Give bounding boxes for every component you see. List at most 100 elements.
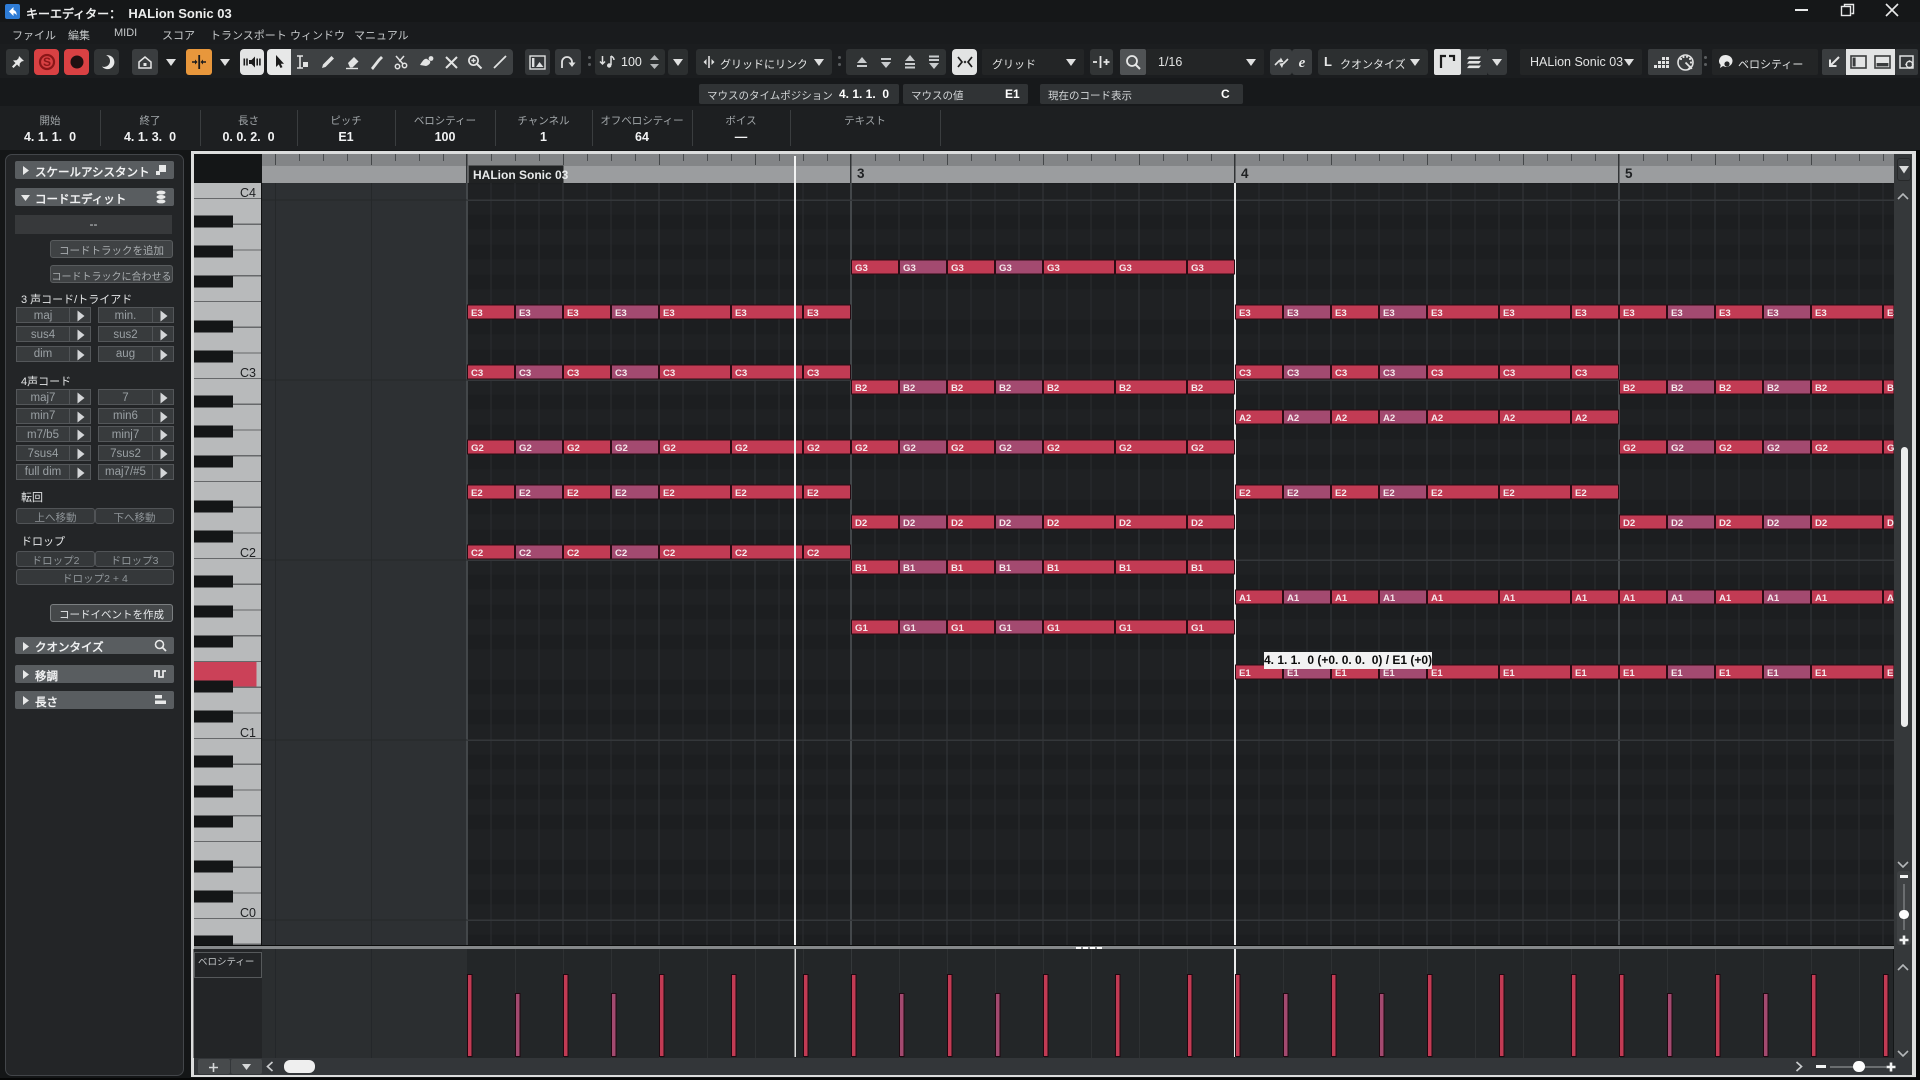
svg-text:B1: B1 <box>951 563 964 574</box>
svg-text:E2: E2 <box>1503 488 1515 499</box>
svg-text:A2: A2 <box>1431 413 1443 424</box>
svg-text:ベロシティー: ベロシティー <box>198 957 254 968</box>
svg-text:A1: A1 <box>1383 593 1396 604</box>
svg-text:E3: E3 <box>807 308 819 319</box>
svg-text:A2: A2 <box>1383 413 1395 424</box>
svg-text:5: 5 <box>1625 166 1633 181</box>
svg-text:A1: A1 <box>1335 593 1348 604</box>
svg-text:C3: C3 <box>1335 368 1347 379</box>
svg-text:D2: D2 <box>1671 518 1683 529</box>
svg-text:E2: E2 <box>519 488 531 499</box>
svg-text:A2: A2 <box>1575 413 1587 424</box>
svg-text:D2: D2 <box>1767 518 1779 529</box>
svg-text:C2: C2 <box>807 548 819 559</box>
svg-text:A1: A1 <box>1671 593 1684 604</box>
svg-text:E2: E2 <box>735 488 747 499</box>
svg-text:E3: E3 <box>663 308 675 319</box>
svg-text:C3: C3 <box>1239 368 1251 379</box>
svg-text:G2: G2 <box>663 443 676 454</box>
svg-text:D2: D2 <box>1191 518 1203 529</box>
svg-text:A1: A1 <box>1719 593 1732 604</box>
svg-text:A1: A1 <box>1767 593 1780 604</box>
svg-text:A1: A1 <box>1503 593 1516 604</box>
svg-text:B2: B2 <box>903 383 915 394</box>
svg-text:C3: C3 <box>1287 368 1299 379</box>
svg-text:G3: G3 <box>951 263 964 274</box>
svg-text:C3: C3 <box>519 368 531 379</box>
svg-text:E2: E2 <box>471 488 483 499</box>
svg-text:4: 4 <box>1241 166 1249 181</box>
svg-text:E3: E3 <box>1719 308 1731 319</box>
svg-text:E1: E1 <box>1575 668 1587 679</box>
svg-text:E3: E3 <box>615 308 627 319</box>
svg-text:E1: E1 <box>1239 668 1251 679</box>
svg-text:E1: E1 <box>1623 668 1635 679</box>
svg-text:G3: G3 <box>999 263 1012 274</box>
svg-text:C2: C2 <box>735 548 747 559</box>
svg-text:e: e <box>1299 55 1306 69</box>
svg-text:E2: E2 <box>1575 488 1587 499</box>
svg-text:A2: A2 <box>1335 413 1347 424</box>
svg-text:C2: C2 <box>567 548 579 559</box>
svg-text:D2: D2 <box>1815 518 1827 529</box>
svg-text:B2: B2 <box>1815 383 1827 394</box>
svg-text:3: 3 <box>857 166 865 181</box>
svg-text:G2: G2 <box>855 443 868 454</box>
svg-text:G3: G3 <box>903 263 916 274</box>
svg-text:B2: B2 <box>1119 383 1131 394</box>
svg-text:G2: G2 <box>1671 443 1684 454</box>
svg-text:G2: G2 <box>519 443 532 454</box>
svg-text:C2: C2 <box>615 548 627 559</box>
svg-text:E3: E3 <box>1383 308 1395 319</box>
svg-text:A2: A2 <box>1503 413 1515 424</box>
svg-text:E2: E2 <box>663 488 675 499</box>
svg-text:G3: G3 <box>1047 263 1060 274</box>
svg-text:C4: C4 <box>240 186 256 200</box>
svg-text:G2: G2 <box>1623 443 1636 454</box>
svg-text:C3: C3 <box>735 368 747 379</box>
svg-text:C3: C3 <box>1383 368 1395 379</box>
svg-text:G2: G2 <box>1815 443 1828 454</box>
svg-text:B1: B1 <box>1047 563 1060 574</box>
svg-text:G1: G1 <box>1191 623 1204 634</box>
svg-text:G1: G1 <box>951 623 964 634</box>
svg-text:C1: C1 <box>240 726 256 740</box>
svg-text:B2: B2 <box>1623 383 1635 394</box>
svg-text:G1: G1 <box>999 623 1012 634</box>
svg-text:E3: E3 <box>1431 308 1443 319</box>
svg-text:B2: B2 <box>999 383 1011 394</box>
svg-text:C0: C0 <box>240 906 256 920</box>
svg-text:A1: A1 <box>1815 593 1828 604</box>
svg-text:E3: E3 <box>519 308 531 319</box>
svg-text:D2: D2 <box>1119 518 1131 529</box>
svg-text:E2: E2 <box>615 488 627 499</box>
svg-text:B2: B2 <box>855 383 867 394</box>
svg-text:A1: A1 <box>1575 593 1588 604</box>
svg-text:A2: A2 <box>1239 413 1251 424</box>
svg-text:G1: G1 <box>1119 623 1132 634</box>
svg-text:G1: G1 <box>903 623 916 634</box>
svg-text:B1: B1 <box>1119 563 1132 574</box>
svg-text:E1: E1 <box>1287 668 1299 679</box>
svg-text:C3: C3 <box>807 368 819 379</box>
svg-text:G2: G2 <box>1119 443 1132 454</box>
svg-text:B1: B1 <box>855 563 868 574</box>
svg-text:G1: G1 <box>855 623 868 634</box>
svg-text:G2: G2 <box>1719 443 1732 454</box>
svg-text:E3: E3 <box>567 308 579 319</box>
svg-text:E2: E2 <box>1239 488 1251 499</box>
svg-text:B2: B2 <box>1767 383 1779 394</box>
svg-text:E2: E2 <box>1431 488 1443 499</box>
svg-text:C2: C2 <box>471 548 483 559</box>
svg-text:D2: D2 <box>1047 518 1059 529</box>
svg-text:E3: E3 <box>1815 308 1827 319</box>
svg-text:E1: E1 <box>1503 668 1515 679</box>
svg-text:A1: A1 <box>1287 593 1300 604</box>
svg-text:D2: D2 <box>855 518 867 529</box>
svg-text:E1: E1 <box>1671 668 1683 679</box>
svg-text:C3: C3 <box>1431 368 1443 379</box>
svg-text:E1: E1 <box>1335 668 1347 679</box>
svg-text:G2: G2 <box>471 443 484 454</box>
svg-text:C3: C3 <box>240 366 256 380</box>
svg-text:B2: B2 <box>1719 383 1731 394</box>
